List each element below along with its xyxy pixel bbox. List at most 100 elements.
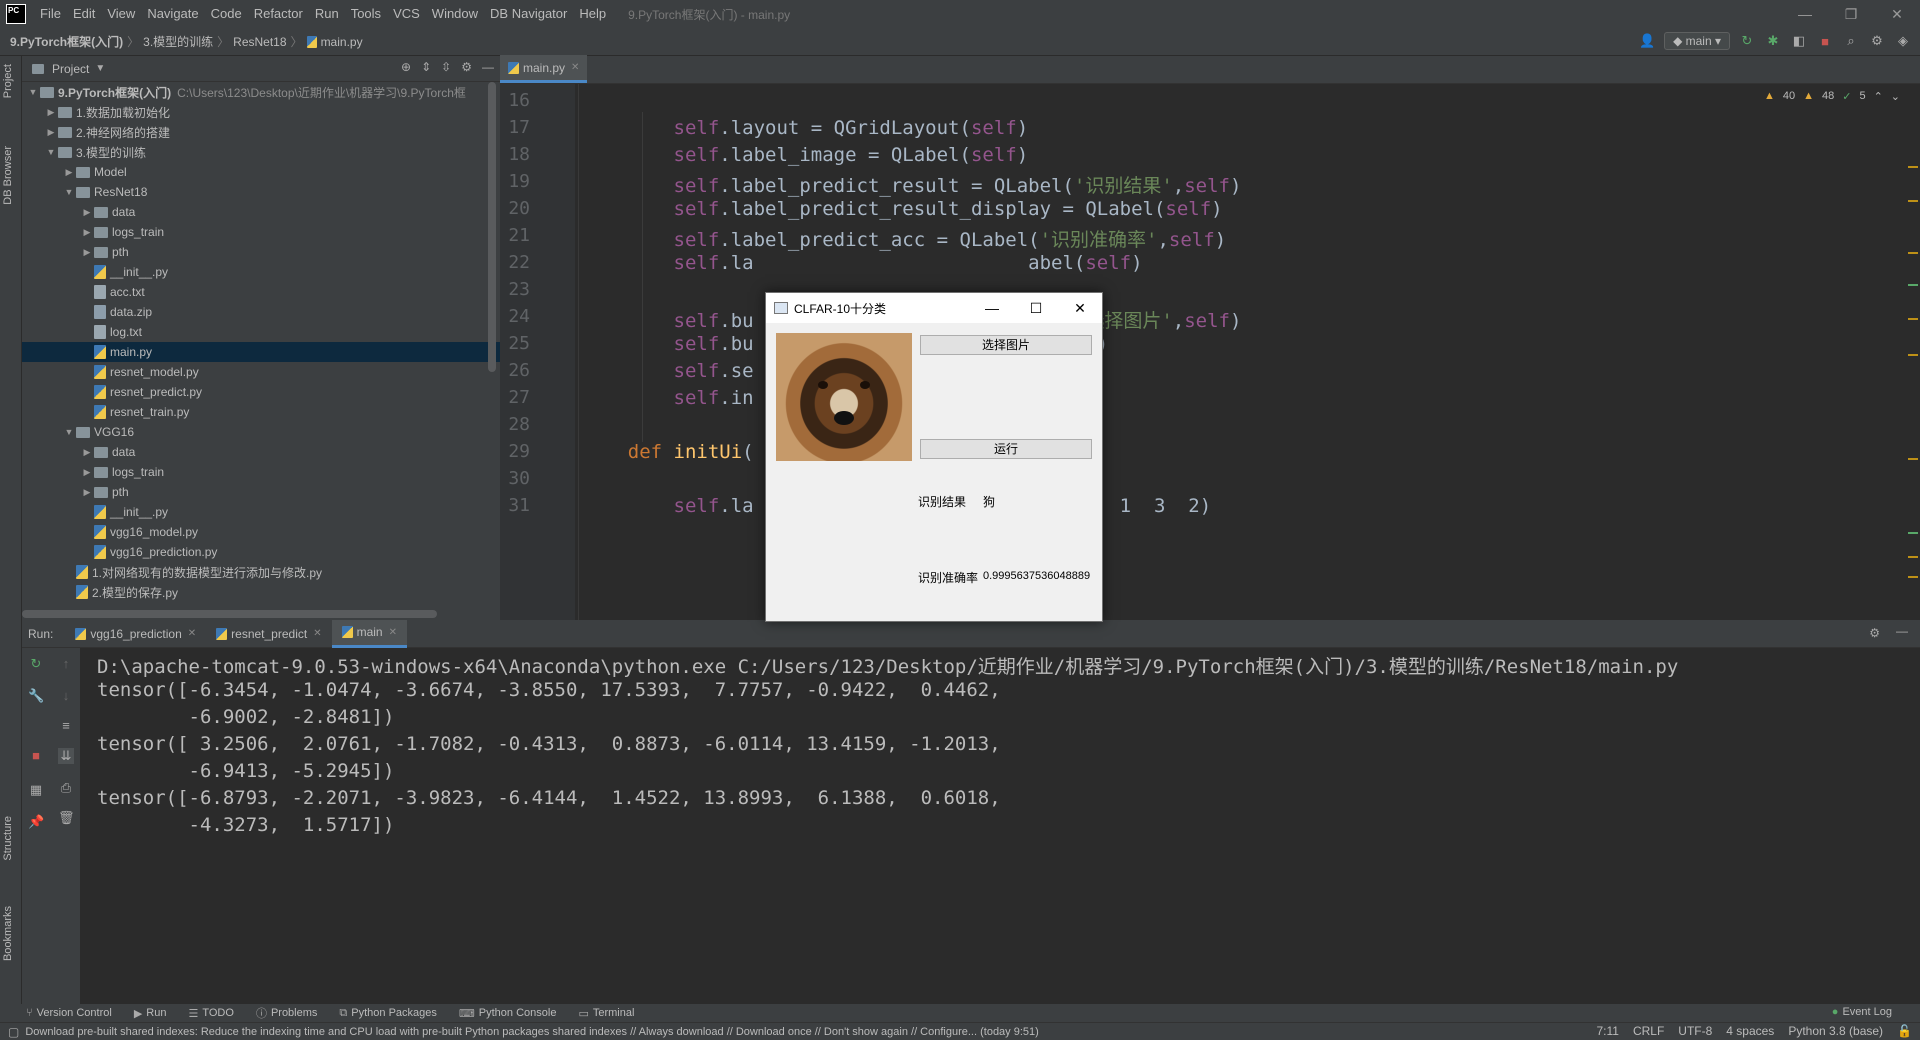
menu-item-run[interactable]: Run	[309, 0, 345, 28]
stop-icon[interactable]: ■	[1816, 32, 1834, 50]
search-icon[interactable]: ⌕	[1842, 32, 1860, 50]
tree-folder[interactable]: ▶ logs_train	[22, 462, 500, 482]
hide-icon[interactable]: —	[482, 60, 494, 74]
project-tool-tab[interactable]: Project	[2, 64, 14, 98]
code-line[interactable]: self.in	[582, 387, 754, 409]
rerun-icon[interactable]: ↻	[1738, 32, 1756, 50]
close-tab-icon[interactable]: ✕	[313, 628, 321, 639]
gear-icon[interactable]: ⚙	[1869, 626, 1880, 640]
menu-item-view[interactable]: View	[101, 0, 141, 28]
tree-folder[interactable]: ▶ Model	[22, 162, 500, 182]
chevron-down-icon[interactable]: ⌄	[1891, 90, 1900, 103]
code-line[interactable]: self.label_predict_result_display = QLab…	[582, 198, 1223, 220]
scroll-to-end-icon[interactable]: ⇊	[58, 748, 74, 764]
console-output[interactable]: D:\apache-tomcat-9.0.53-windows-x64\Anac…	[97, 648, 1897, 1004]
tree-file[interactable]: log.txt	[22, 322, 500, 342]
tree-folder[interactable]: ▼ 3.模型的训练	[22, 142, 500, 162]
event-log-tab[interactable]: ● Event Log	[1832, 1006, 1892, 1018]
chevron-down-icon[interactable]: ▼	[62, 187, 76, 197]
chevron-up-icon[interactable]: ⌃	[1874, 90, 1883, 103]
code-line[interactable]: self.label_predict_acc = QLabel('识别准确率',…	[582, 225, 1227, 252]
chevron-right-icon[interactable]: ▶	[80, 487, 94, 498]
error-stripe-mark[interactable]	[1908, 284, 1918, 286]
chevron-right-icon[interactable]: ▶	[80, 247, 94, 258]
tree-file[interactable]: vgg16_model.py	[22, 522, 500, 542]
indent-setting[interactable]: 4 spaces	[1726, 1024, 1774, 1038]
file-encoding[interactable]: UTF-8	[1678, 1024, 1712, 1038]
menu-item-file[interactable]: File	[34, 0, 67, 28]
run-button[interactable]: 运行	[920, 439, 1092, 459]
project-panel-title[interactable]: Project	[52, 62, 89, 76]
close-tab-icon[interactable]: ✕	[188, 628, 196, 639]
bottom-tab-python-console[interactable]: ⌨ Python Console	[459, 1007, 557, 1020]
error-stripe-mark[interactable]	[1908, 166, 1918, 168]
tree-file[interactable]: __init__.py	[22, 502, 500, 522]
run-tab[interactable]: vgg16_prediction ✕	[65, 620, 206, 648]
db-browser-tool-tab[interactable]: DB Browser	[2, 146, 14, 205]
menu-item-edit[interactable]: Edit	[67, 0, 101, 28]
tree-folder[interactable]: ▶ data	[22, 442, 500, 462]
tree-root[interactable]: ▼ 9.PyTorch框架(入门) C:\Users\123\Desktop\近…	[22, 82, 500, 102]
chevron-down-icon[interactable]: ▼	[95, 63, 105, 74]
restore-icon[interactable]: ❐	[1828, 0, 1874, 28]
arrow-down-icon[interactable]: ↓	[58, 688, 74, 704]
run-config-selector[interactable]: ◆ main ▾	[1664, 32, 1730, 50]
arrow-up-icon[interactable]: ↑	[58, 656, 74, 672]
menu-item-refactor[interactable]: Refactor	[248, 0, 309, 28]
code-line[interactable]: self.la abel(self)	[582, 252, 1143, 274]
chevron-down-icon[interactable]: ▼	[62, 427, 76, 437]
tree-folder[interactable]: ▶ pth	[22, 482, 500, 502]
expand-all-icon[interactable]: ⇕	[421, 60, 431, 74]
tree-folder[interactable]: ▶ pth	[22, 242, 500, 262]
code-line[interactable]: self.se	[582, 360, 754, 382]
user-icon[interactable]: 👤	[1638, 32, 1656, 50]
notification-icon[interactable]: ▢	[8, 1025, 19, 1039]
print-icon[interactable]: ⎙	[58, 780, 74, 796]
chevron-right-icon[interactable]: ▶	[80, 467, 94, 478]
code-line[interactable]: self.label_image = QLabel(self)	[582, 144, 1029, 166]
soft-wrap-icon[interactable]: ≡	[58, 718, 74, 734]
error-stripe-mark[interactable]	[1908, 252, 1918, 254]
tree-file[interactable]: 1.对网络现有的数据模型进行添加与修改.py	[22, 562, 500, 582]
error-stripe-mark[interactable]	[1908, 318, 1918, 320]
bottom-tab-terminal[interactable]: ▭ Terminal	[578, 1007, 634, 1020]
run-tab[interactable]: main ✕	[331, 619, 407, 648]
tree-folder[interactable]: ▼ VGG16	[22, 422, 500, 442]
chevron-right-icon[interactable]: ▶	[80, 227, 94, 238]
chevron-right-icon[interactable]: ▶	[44, 127, 58, 138]
menu-item-help[interactable]: Help	[573, 0, 612, 28]
breadcrumb-file[interactable]: main.py	[321, 35, 363, 49]
tree-folder[interactable]: ▶ logs_train	[22, 222, 500, 242]
error-stripe-mark[interactable]	[1908, 200, 1918, 202]
tree-file[interactable]: 2.模型的保存.py	[22, 582, 500, 602]
debug-icon[interactable]: ✱	[1764, 32, 1782, 50]
project-tree-vertical-scrollbar[interactable]	[488, 82, 496, 372]
tree-folder[interactable]: ▶ 1.数据加载初始化	[22, 102, 500, 122]
gear-icon[interactable]: ⚙	[461, 60, 472, 74]
bottom-tab-version-control[interactable]: ⑂ Version Control	[26, 1007, 112, 1019]
breadcrumb-subfolder[interactable]: ResNet18	[233, 35, 286, 49]
error-stripe-mark[interactable]	[1908, 532, 1918, 534]
menu-item-navigate[interactable]: Navigate	[141, 0, 204, 28]
menu-item-vcs[interactable]: VCS	[387, 0, 426, 28]
minimize-icon[interactable]: —	[1782, 0, 1828, 28]
chevron-down-icon[interactable]: ▼	[44, 147, 58, 157]
tree-folder[interactable]: ▶ 2.神经网络的搭建	[22, 122, 500, 142]
chevron-right-icon[interactable]: ▶	[44, 107, 58, 118]
tree-folder[interactable]: ▶ data	[22, 202, 500, 222]
tree-file[interactable]: main.py	[22, 342, 500, 362]
chevron-right-icon[interactable]: ▶	[80, 207, 94, 218]
error-stripe-mark[interactable]	[1908, 556, 1918, 558]
caret-position[interactable]: 7:11	[1596, 1024, 1618, 1038]
chevron-right-icon[interactable]: ▶	[80, 447, 94, 458]
bottom-tab-todo[interactable]: ☰ TODO	[188, 1007, 233, 1020]
maximize-icon[interactable]: ☐	[1014, 293, 1058, 323]
breadcrumb-project[interactable]: 9.PyTorch框架(入门)	[10, 33, 123, 50]
trash-icon[interactable]: 🗑	[58, 810, 75, 826]
select-image-button[interactable]: 选择图片	[920, 335, 1092, 355]
tree-file[interactable]: resnet_model.py	[22, 362, 500, 382]
coverage-icon[interactable]: ◧	[1790, 32, 1808, 50]
tree-file[interactable]: __init__.py	[22, 262, 500, 282]
settings-icon[interactable]: ⚙	[1868, 32, 1886, 50]
collapse-all-icon[interactable]: ⇳	[441, 60, 451, 74]
